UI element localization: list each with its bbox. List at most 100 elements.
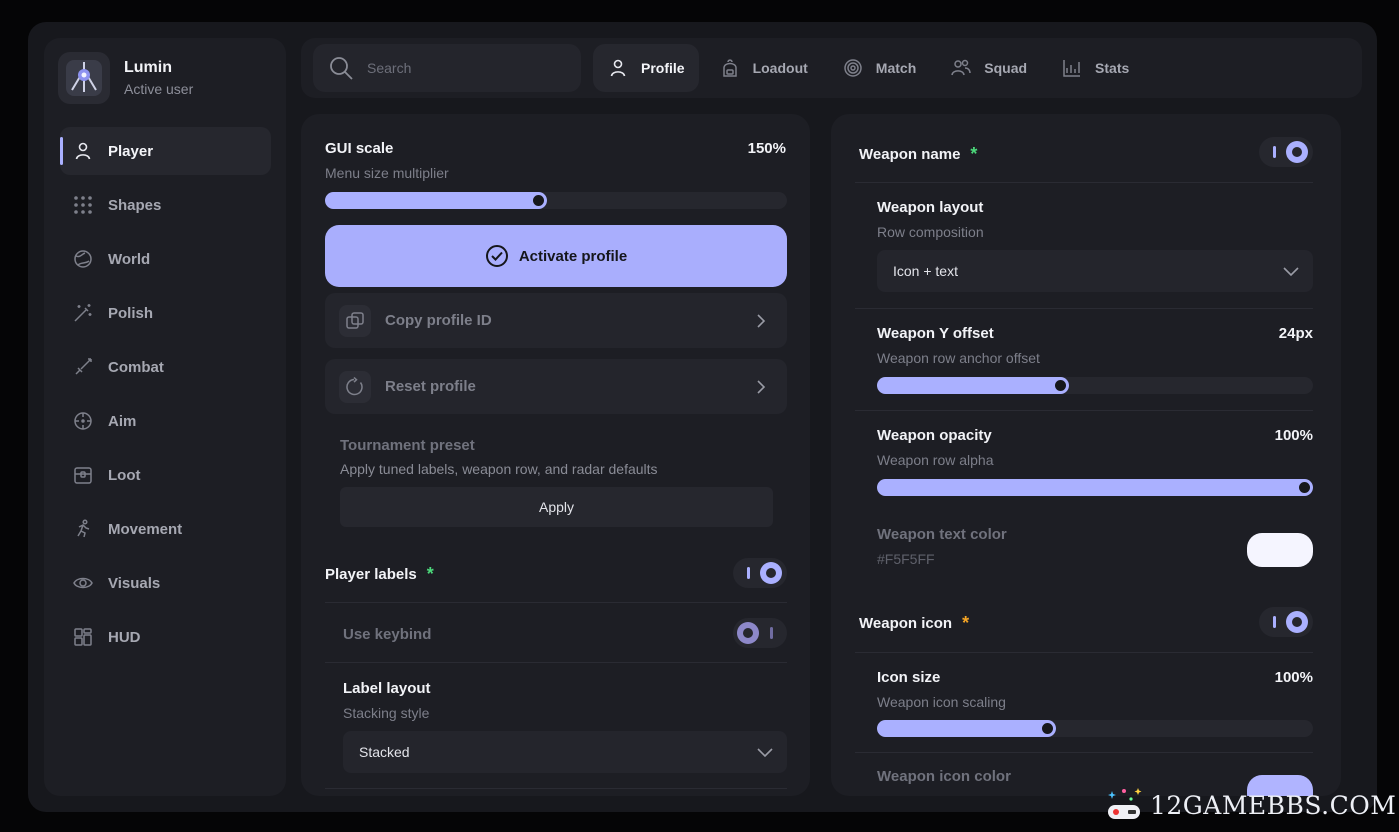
reset-icon (339, 370, 371, 403)
tab-match[interactable]: Match (828, 44, 930, 92)
copy-profile-id-label: Copy profile ID (385, 312, 492, 329)
check-circle-icon (485, 245, 508, 267)
sidebar-item-aim[interactable]: Aim (60, 397, 271, 445)
sidebar-item-polish[interactable]: Polish (60, 289, 271, 337)
weapon-opacity-slider[interactable] (877, 479, 1313, 496)
label-layout-title: Label layout (343, 680, 431, 697)
target-icon (842, 57, 864, 79)
sidebar-item-label: Polish (108, 304, 154, 322)
sidebar-item-label: HUD (108, 628, 141, 646)
weapon-icon-title: Weapon icon (859, 615, 953, 632)
label-layout-select[interactable]: Stacked (343, 731, 787, 773)
sidebar-item-shapes[interactable]: Shapes (60, 181, 271, 229)
sidebar-item-label: Aim (108, 412, 137, 430)
app-window: Lumin Active user Player Shapes World Po… (28, 22, 1377, 812)
gui-scale-title: GUI scale (325, 140, 394, 157)
selected-value: Icon + text (893, 263, 958, 279)
icon-size-slider[interactable] (877, 720, 1313, 737)
sidebar-item-movement[interactable]: Movement (60, 505, 271, 553)
icon-size-subtitle: Weapon icon scaling (877, 694, 1006, 710)
chest-icon (72, 464, 94, 486)
sidebar-item-label: Visuals (108, 574, 161, 592)
gui-scale-slider[interactable] (325, 192, 787, 209)
icon-size-title: Icon size (877, 669, 941, 686)
toggle-knob (760, 562, 782, 584)
label-layout-subtitle: Stacking style (343, 705, 430, 721)
magic-wand-icon (72, 302, 94, 324)
copy-profile-id-button[interactable]: Copy profile ID (325, 293, 787, 348)
slider-handle[interactable] (531, 193, 546, 208)
divider (325, 662, 787, 663)
logo (58, 52, 110, 104)
weapon-y-offset-title: Weapon Y offset (877, 325, 994, 342)
sidebar-item-world[interactable]: World (60, 235, 271, 283)
brand-name: Lumin (124, 59, 172, 76)
sidebar-item-combat[interactable]: Combat (60, 343, 271, 391)
chevron-down-icon (757, 748, 773, 758)
tab-label: Profile (641, 60, 685, 76)
use-keybind-toggle[interactable] (733, 618, 787, 648)
modified-star: * (426, 564, 434, 584)
search-box[interactable] (313, 44, 581, 92)
weapon-settings-panel: Weapon name * Weapon layout Row composit… (831, 114, 1341, 796)
gui-scale-value: 150% (747, 140, 786, 157)
chevron-right-icon (757, 379, 766, 394)
slider-fill (877, 479, 1313, 496)
watermark: 12GAMEBBS.COM (1104, 784, 1396, 826)
reset-profile-button[interactable]: Reset profile (325, 359, 787, 414)
weapon-opacity-value: 100% (1274, 427, 1313, 444)
sidebar-item-hud[interactable]: HUD (60, 613, 271, 661)
gui-scale-subtitle: Menu size multiplier (325, 165, 449, 181)
divider (855, 652, 1313, 653)
gamepad-logo-icon (1108, 788, 1142, 819)
weapon-icon-toggle[interactable] (1259, 607, 1313, 637)
weapon-icon-header: Weapon icon * (859, 613, 969, 634)
sidebar-item-visuals[interactable]: Visuals (60, 559, 271, 607)
weapon-text-color-swatch[interactable] (1247, 533, 1313, 567)
apply-preset-button[interactable]: Apply (340, 487, 773, 527)
sidebar-item-loot[interactable]: Loot (60, 451, 271, 499)
sidebar-item-label: Combat (108, 358, 164, 376)
tab-loadout[interactable]: Loadout (705, 44, 822, 92)
chevron-down-icon (1283, 267, 1299, 277)
divider (855, 752, 1313, 753)
player-labels-toggle[interactable] (733, 558, 787, 588)
search-input[interactable] (367, 60, 557, 76)
tab-label: Stats (1095, 60, 1130, 76)
divider (325, 602, 787, 603)
chart-icon (1061, 57, 1083, 79)
slider-handle[interactable] (1053, 378, 1068, 393)
weapon-icon-color-title: Weapon icon color (877, 768, 1011, 785)
activate-profile-button[interactable]: Activate profile (325, 225, 787, 287)
toggle-knob (737, 622, 759, 644)
sidebar: Lumin Active user Player Shapes World Po… (44, 38, 286, 796)
slider-handle[interactable] (1297, 480, 1312, 495)
eye-icon (72, 572, 94, 594)
weapon-layout-select[interactable]: Icon + text (877, 250, 1313, 292)
selected-value: Stacked (359, 744, 410, 760)
weapon-layout-title: Weapon layout (877, 199, 984, 216)
weapon-name-toggle[interactable] (1259, 137, 1313, 167)
sidebar-item-player[interactable]: Player (60, 127, 271, 175)
brand-subtitle: Active user (124, 81, 194, 97)
tab-stats[interactable]: Stats (1047, 44, 1143, 92)
user-icon (72, 140, 94, 162)
divider (855, 308, 1313, 309)
divider (855, 182, 1313, 183)
sidebar-item-label: World (108, 250, 151, 268)
divider (325, 788, 787, 789)
top-bar: Profile Loadout Match Squad (301, 38, 1362, 98)
tab-squad[interactable]: Squad (936, 44, 1041, 92)
weapon-opacity-subtitle: Weapon row alpha (877, 452, 994, 468)
tab-label: Squad (984, 60, 1028, 76)
tab-profile[interactable]: Profile (593, 44, 699, 92)
sword-icon (72, 356, 94, 378)
icon-size-value: 100% (1274, 669, 1313, 686)
player-labels-header: Player labels * (325, 564, 434, 585)
sidebar-item-label: Loot (108, 466, 141, 484)
modified-star: * (970, 144, 978, 164)
weapon-y-offset-slider[interactable] (877, 377, 1313, 394)
slider-handle[interactable] (1040, 721, 1055, 736)
toggle-knob (1286, 141, 1308, 163)
slider-fill (877, 377, 1069, 394)
